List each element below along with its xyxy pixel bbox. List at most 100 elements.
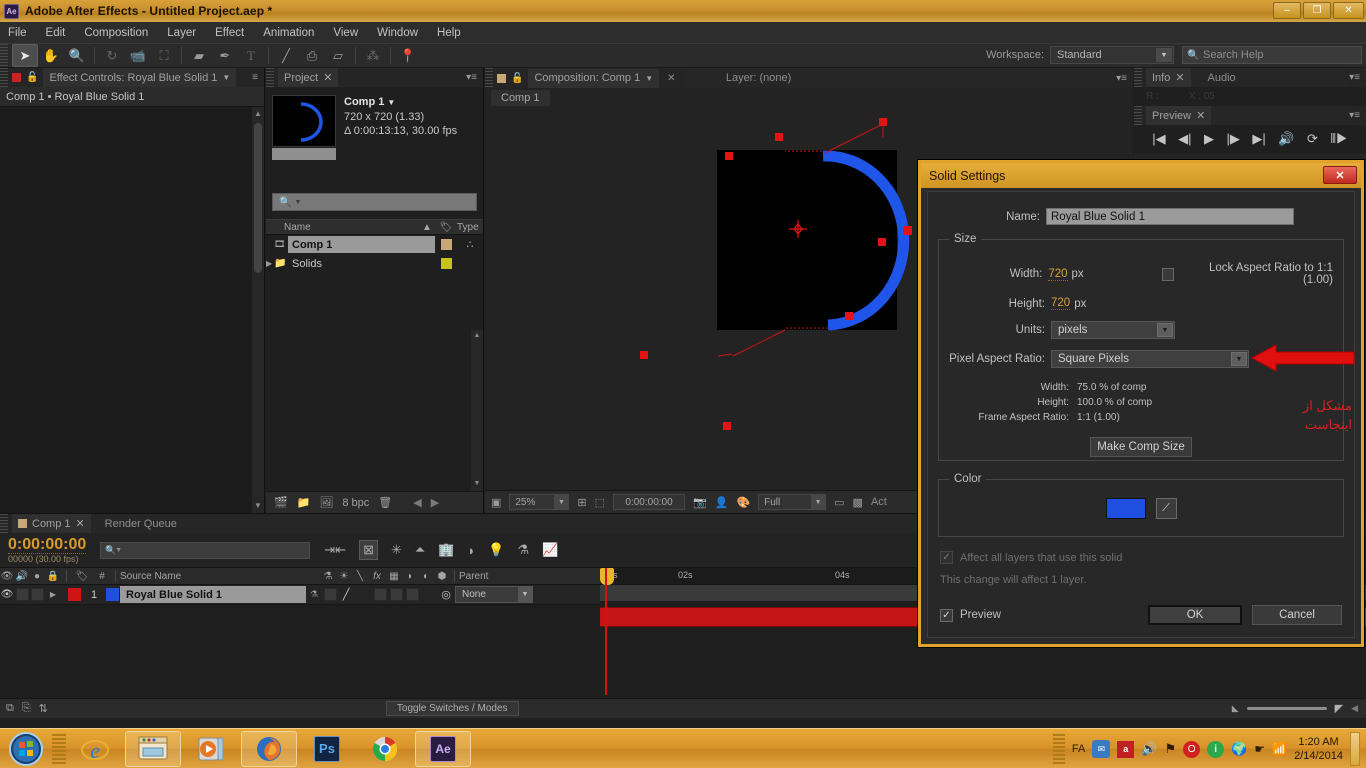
- tray-avast-icon[interactable]: a: [1117, 740, 1135, 758]
- chevron-down-icon[interactable]: ▼: [518, 587, 532, 602]
- item-label-swatch[interactable]: [435, 239, 457, 250]
- lock-icon[interactable]: 🔒: [44, 571, 62, 582]
- ram-preview-icon[interactable]: ⦀▶: [1330, 131, 1347, 147]
- taskbar-media-player-icon[interactable]: [183, 731, 239, 767]
- collapse-transform-icon[interactable]: ☀: [336, 571, 352, 582]
- project-item-comp1[interactable]: 🎞 Comp 1 ⛬: [266, 235, 483, 254]
- graph-view-icon[interactable]: 📈: [542, 542, 558, 558]
- effects-icon[interactable]: fx: [368, 571, 386, 582]
- camera-tool-icon[interactable]: 📹: [125, 44, 151, 67]
- lock-icon[interactable]: 🔓: [511, 73, 523, 84]
- tab-comp1-timeline[interactable]: Comp 1 ✕: [12, 514, 91, 533]
- close-icon[interactable]: ✕: [76, 517, 85, 530]
- item-label-swatch[interactable]: [435, 258, 457, 269]
- preview-checkbox[interactable]: ✓: [940, 608, 953, 622]
- pixel-aspect-ratio-select[interactable]: Square Pixels ▼: [1051, 350, 1249, 368]
- comp-nav-icon[interactable]: ⧉: [6, 702, 14, 715]
- layer-nav-icon[interactable]: ⎘: [22, 702, 31, 715]
- chevron-down-icon[interactable]: ▼: [554, 495, 569, 509]
- scroll-down-icon[interactable]: ▼: [254, 501, 262, 511]
- tray-network-message-icon[interactable]: ✉: [1092, 740, 1111, 758]
- chevron-down-icon[interactable]: ▼: [294, 199, 301, 206]
- toolbar-grip[interactable]: [0, 44, 8, 67]
- tray-idm-icon[interactable]: 🌍: [1231, 741, 1247, 757]
- hide-shy-layers-icon[interactable]: 💡: [488, 542, 504, 558]
- panel-grip[interactable]: [0, 68, 8, 87]
- project-item-solids[interactable]: ▶ 📁 Solids: [266, 254, 483, 273]
- frame-blend-toggle[interactable]: [372, 588, 388, 601]
- lock-aspect-checkbox[interactable]: [1161, 267, 1175, 281]
- clone-stamp-tool-icon[interactable]: ⎙: [299, 44, 325, 67]
- last-frame-icon[interactable]: ▶|: [1252, 131, 1265, 147]
- eyedropper-icon[interactable]: ⟋: [1155, 498, 1177, 519]
- width-value[interactable]: 720: [1048, 268, 1068, 281]
- new-folder-icon[interactable]: 📁: [297, 496, 311, 509]
- language-indicator[interactable]: FA: [1072, 743, 1085, 755]
- panel-menu-icon[interactable]: ▾≡: [1349, 110, 1366, 121]
- restore-button[interactable]: ❐: [1303, 2, 1331, 19]
- grid-guides-icon[interactable]: ⊞: [577, 496, 586, 509]
- chevron-down-icon[interactable]: ▼: [1231, 352, 1247, 366]
- active-camera-label[interactable]: Act: [871, 496, 887, 508]
- next-arrow-icon[interactable]: ▶: [431, 496, 439, 509]
- menu-item-layer[interactable]: Layer: [167, 27, 196, 39]
- disclosure-triangle-icon[interactable]: ▶: [44, 590, 62, 599]
- parent-select[interactable]: None ▼: [455, 586, 533, 603]
- channel-icon[interactable]: 🎨: [736, 496, 750, 509]
- chevron-down-icon[interactable]: ▼: [1156, 48, 1172, 62]
- units-select[interactable]: pixels ▼: [1051, 321, 1175, 339]
- color-swatch[interactable]: [1105, 498, 1146, 519]
- panel-grip[interactable]: [1134, 68, 1142, 87]
- toggle-view-icon[interactable]: ▣: [491, 496, 501, 509]
- tab-composition[interactable]: Composition: Comp 1 ▼: [528, 68, 660, 88]
- menu-item-composition[interactable]: Composition: [84, 27, 148, 39]
- loop-icon[interactable]: ⟳: [1307, 131, 1318, 147]
- close-button[interactable]: ✕: [1333, 2, 1364, 19]
- draft-3d-icon[interactable]: ⊠: [359, 540, 378, 560]
- taskbar-clock[interactable]: 1:20 AM 2/14/2014: [1294, 735, 1343, 763]
- tab-effect-controls[interactable]: Effect Controls: Royal Blue Solid 1 ▼: [43, 68, 237, 87]
- motion-blur-icon[interactable]: ◗: [402, 571, 418, 582]
- project-search-input[interactable]: 🔍 ▼: [272, 193, 477, 211]
- taskbar-windows-explorer-icon[interactable]: [125, 730, 181, 767]
- current-time-indicator[interactable]: [600, 568, 614, 585]
- taskbar-photoshop-icon[interactable]: Ps: [299, 731, 355, 767]
- taskbar-chrome-icon[interactable]: [357, 731, 413, 767]
- column-parent[interactable]: Parent: [459, 571, 549, 582]
- layer-label-swatch[interactable]: [63, 588, 85, 601]
- audio-icon[interactable]: 🔊: [14, 571, 30, 582]
- label-color-icon[interactable]: 🏷: [435, 222, 457, 233]
- bit-depth-label[interactable]: 8 bpc: [342, 497, 369, 509]
- comp-name-row[interactable]: Comp 1 ▼: [344, 95, 457, 110]
- make-comp-size-button[interactable]: Make Comp Size: [1090, 437, 1192, 457]
- live-update-icon[interactable]: ⇥⇤: [324, 542, 346, 558]
- height-value[interactable]: 720: [1051, 297, 1071, 310]
- close-icon[interactable]: ✕: [1196, 109, 1205, 122]
- tab-audio[interactable]: Audio: [1190, 68, 1253, 87]
- brainstorm-icon[interactable]: 🏢: [438, 542, 454, 558]
- lock-aspect-row[interactable]: Lock Aspect Ratio to 1:1 (1.00): [1161, 262, 1333, 286]
- column-name[interactable]: Name: [284, 222, 419, 233]
- lock-icon[interactable]: 🔓: [26, 72, 38, 83]
- search-help-input[interactable]: 🔍 Search Help: [1182, 46, 1362, 64]
- show-snapshot-icon[interactable]: 👤: [715, 496, 729, 509]
- menu-item-animation[interactable]: Animation: [263, 27, 314, 39]
- timeline-zoom-slider[interactable]: [1246, 707, 1327, 710]
- minimize-button[interactable]: –: [1273, 2, 1301, 19]
- tray-info-icon[interactable]: i: [1207, 740, 1225, 758]
- quality-icon[interactable]: ╲: [352, 571, 368, 582]
- layer-source-name[interactable]: Royal Blue Solid 1: [120, 586, 306, 603]
- video-visibility-icon[interactable]: 👁: [0, 571, 14, 582]
- puppet-pin-tool-icon[interactable]: 📍: [395, 44, 421, 67]
- panel-grip[interactable]: [485, 68, 493, 88]
- eraser-tool-icon[interactable]: ▱: [325, 44, 351, 67]
- next-frame-icon[interactable]: |▶: [1227, 131, 1240, 147]
- chevron-down-icon[interactable]: ▼: [1157, 323, 1173, 337]
- shy-icon[interactable]: ⚗: [320, 571, 336, 582]
- transparency-grid-icon[interactable]: ▩: [853, 496, 863, 509]
- new-comp-icon[interactable]: 🎬: [274, 496, 288, 509]
- scroll-up-icon[interactable]: ▲: [254, 109, 262, 119]
- solid-name-input[interactable]: Royal Blue Solid 1: [1046, 208, 1294, 225]
- zoom-tool-icon[interactable]: 🔍: [64, 44, 90, 67]
- type-tool-icon[interactable]: T: [238, 44, 264, 67]
